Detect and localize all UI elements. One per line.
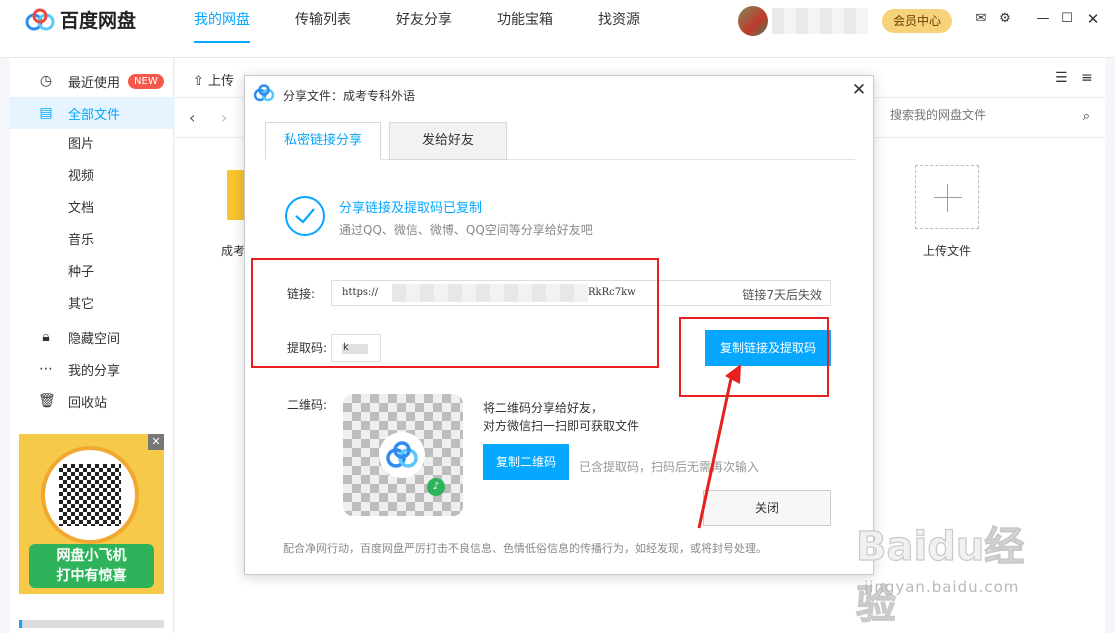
sidebar: ◷ 最近使用 NEW ▤ 全部文件 图片 视频 文档 音乐 种子 其它 🔒︎ 隐… [10, 58, 174, 633]
nav-find-resources[interactable]: 找资源 [598, 0, 640, 40]
mail-icon[interactable]: ✉ [972, 10, 990, 28]
sort-icon[interactable]: ☰ [1055, 70, 1068, 86]
share-dialog: 分享文件：成考专科外语 ✕ 私密链接分享 发给好友 分享链接及提取码已复制 通过… [244, 75, 874, 575]
sidebar-item-recycle-bin[interactable]: 🗑︎ 回收站 [10, 385, 174, 417]
folder-name[interactable]: 成考 [221, 242, 245, 259]
sidebar-item-all-files[interactable]: ▤ 全部文件 [10, 97, 174, 129]
top-bar: 百度网盘 我的网盘 传输列表 好友分享 功能宝箱 找资源 会员中心 ✉ ⚙ — … [0, 0, 1115, 58]
promo-line-1: 网盘小飞机 [56, 548, 127, 564]
back-icon[interactable]: ‹ [189, 108, 195, 127]
trash-icon: 🗑︎ [38, 393, 56, 409]
sidebar-item-images[interactable]: 图片 [68, 129, 94, 161]
close-window-icon[interactable]: ✕ [1084, 10, 1102, 28]
search-input[interactable] [890, 108, 1060, 122]
sidebar-item-label: 隐藏空间 [68, 331, 121, 347]
promo-line-2: 打中有惊喜 [56, 568, 127, 584]
search-box: ⌕ [890, 108, 1090, 130]
sidebar-item-label: 回收站 [68, 395, 108, 411]
main-nav: 我的网盘 传输列表 好友分享 功能宝箱 找资源 [194, 0, 685, 43]
close-ad-icon[interactable]: ✕ [148, 434, 164, 450]
lock-icon: 🔒︎ [42, 329, 50, 345]
sidebar-item-my-shares[interactable]: ⋯ 我的分享 [10, 353, 174, 385]
new-badge: NEW [128, 73, 164, 89]
watermark-brand: Baidu经验 [855, 523, 1025, 628]
sidebar-item-torrents[interactable]: 种子 [68, 257, 94, 289]
promo-banner[interactable]: ✕ 网盘小飞机 打中有惊喜 [19, 434, 164, 594]
username-blurred [772, 8, 868, 34]
annotation-arrow [697, 364, 741, 529]
app-title: 百度网盘 [60, 10, 137, 32]
sidebar-item-music[interactable]: 音乐 [68, 225, 94, 257]
sidebar-item-label: 全部文件 [68, 107, 121, 123]
vip-center-button[interactable]: 会员中心 [882, 9, 952, 33]
sidebar-item-documents[interactable]: 文档 [68, 193, 94, 225]
sidebar-item-recent[interactable]: ◷ 最近使用 NEW [10, 65, 174, 97]
nav-toolbox[interactable]: 功能宝箱 [497, 0, 553, 40]
nav-my-drive[interactable]: 我的网盘 [194, 0, 250, 43]
watermark-url: jingyan.baidu.com [864, 578, 1020, 596]
settings-icon[interactable]: ⚙ [996, 10, 1014, 28]
baidu-jingyan-watermark: Baidu经验 jingyan.baidu.com [855, 514, 1056, 628]
avatar[interactable] [738, 6, 768, 36]
sidebar-item-label: 最近使用 [68, 75, 121, 91]
baidu-cloud-icon [25, 8, 55, 30]
promo-text: 网盘小飞机 打中有惊喜 [29, 544, 154, 588]
view-mode-icon[interactable]: ≡ [1081, 70, 1093, 86]
search-icon[interactable]: ⌕ [1083, 109, 1090, 124]
file-icon: ▤ [39, 105, 53, 121]
upload-file-label: 上传文件 [923, 244, 972, 258]
sidebar-scrollbar[interactable] [19, 620, 164, 628]
nav-transfer-list[interactable]: 传输列表 [295, 0, 351, 40]
nav-friend-share[interactable]: 好友分享 [396, 0, 452, 40]
upload-label: 上传 [208, 74, 235, 89]
minimize-icon[interactable]: — [1034, 10, 1052, 28]
sidebar-item-videos[interactable]: 视频 [68, 161, 94, 193]
sidebar-item-hidden-space[interactable]: 🔒︎ 隐藏空间 [10, 321, 174, 353]
share-icon: ⋯ [39, 361, 53, 377]
promo-qr-code [41, 446, 139, 544]
sidebar-item-label: 我的分享 [68, 363, 121, 379]
upload-file-tile[interactable] [915, 165, 979, 229]
maximize-icon[interactable]: ☐ [1058, 10, 1076, 28]
upload-button[interactable]: ⇧ 上传 [193, 70, 234, 89]
app-logo: 百度网盘 [24, 6, 136, 33]
sidebar-item-other[interactable]: 其它 [68, 289, 94, 321]
forward-icon[interactable]: › [221, 108, 227, 127]
clock-icon: ◷ [39, 73, 53, 89]
